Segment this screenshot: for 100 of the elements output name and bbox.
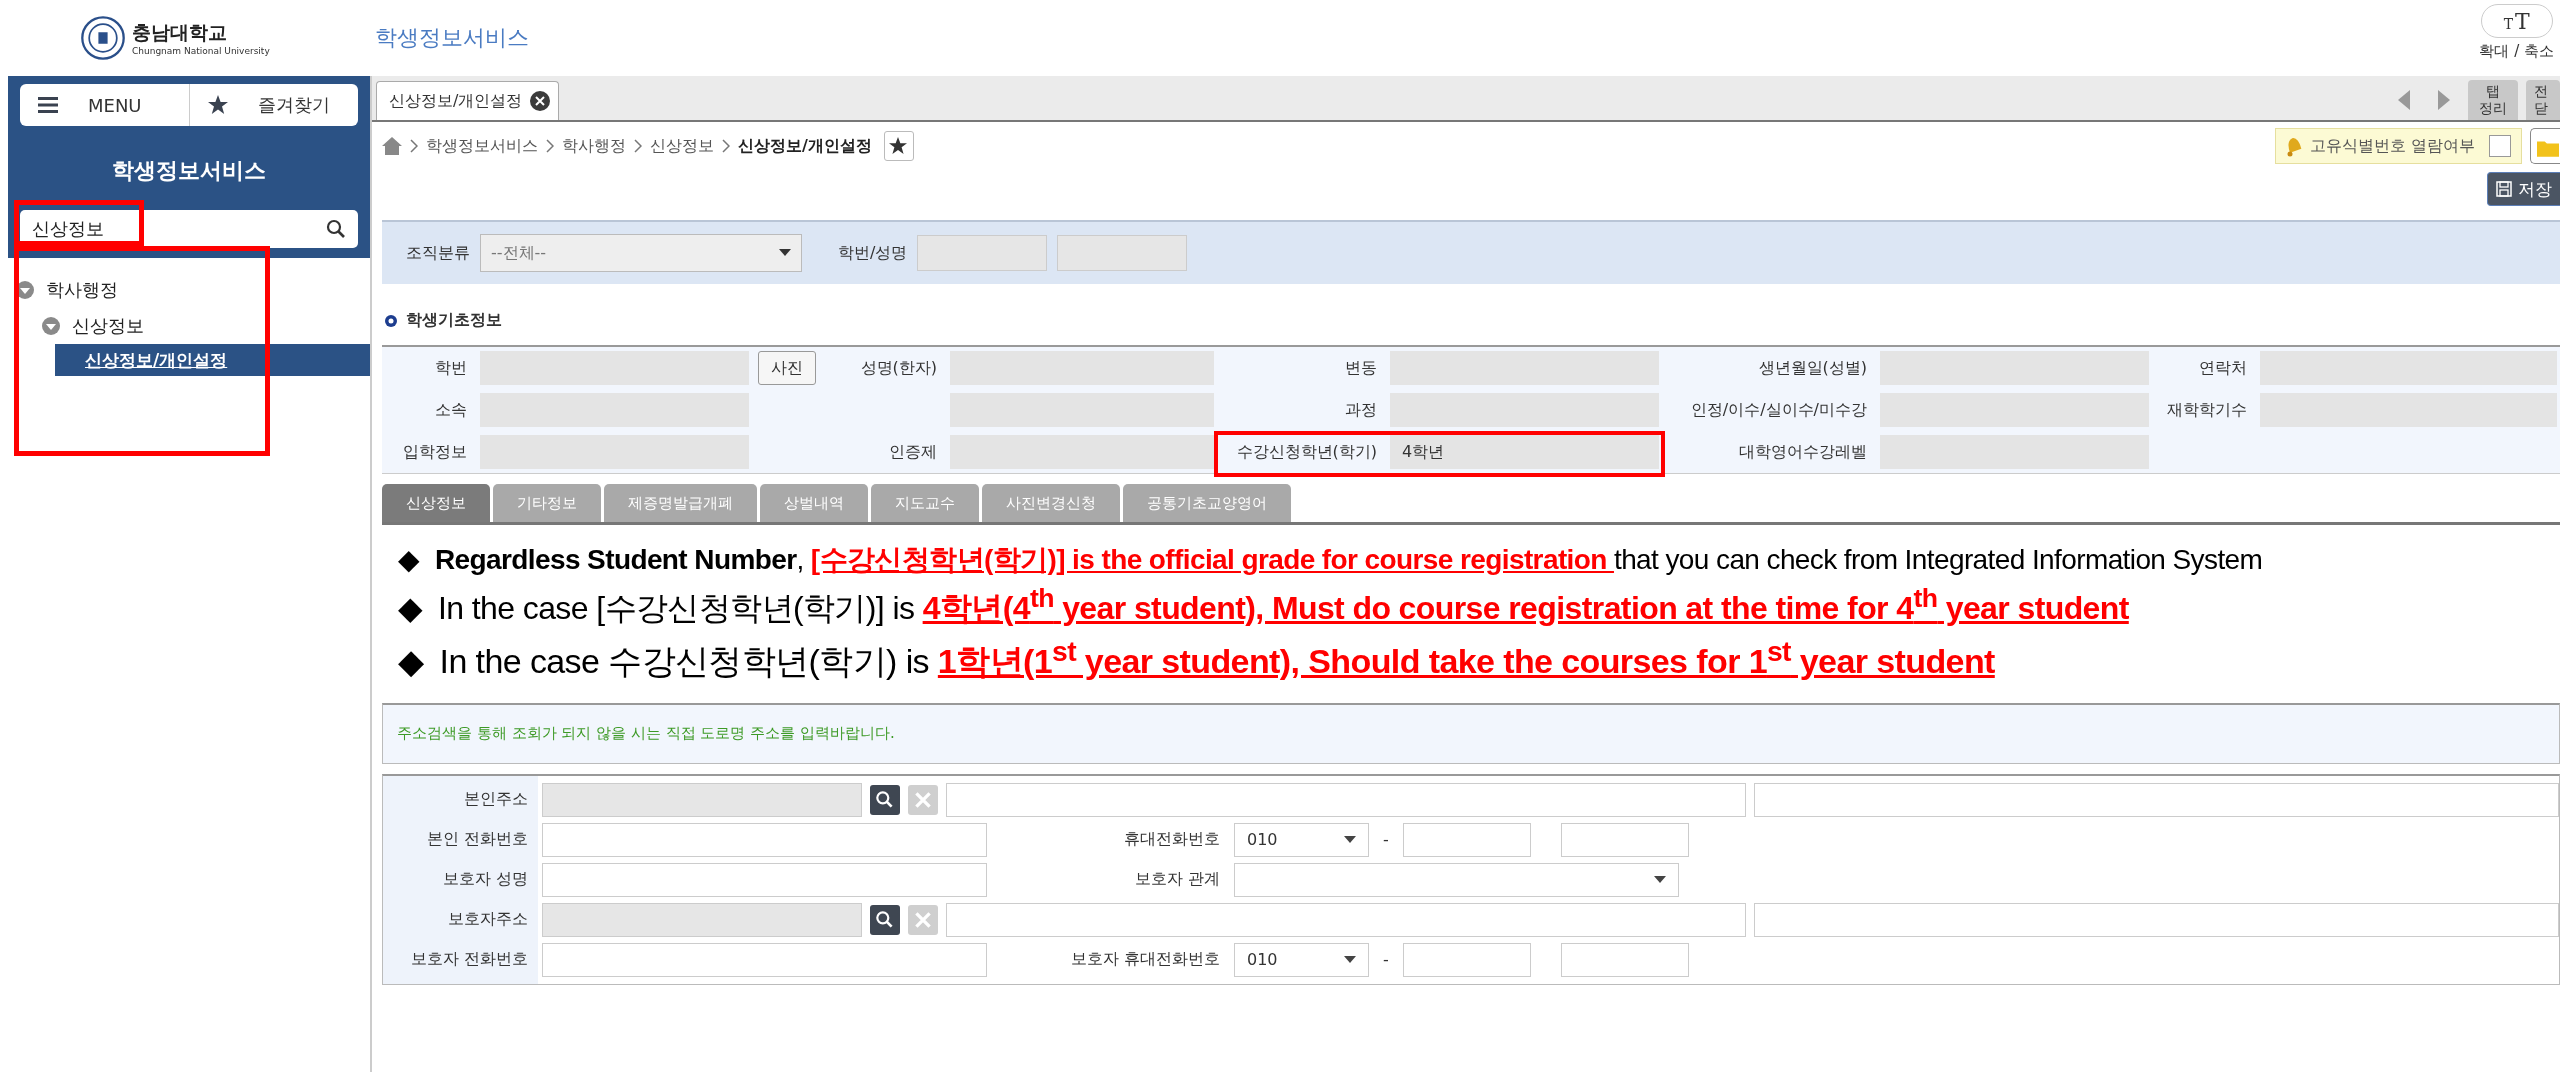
- caret-icon: [1654, 876, 1666, 884]
- phone-field[interactable]: [542, 823, 987, 857]
- chevron-icon: [722, 139, 730, 153]
- phone-field[interactable]: [1402, 943, 1531, 977]
- field-label: 보호자주소: [447, 909, 529, 931]
- close-icon: [912, 789, 934, 811]
- collapse-icon[interactable]: [42, 317, 60, 335]
- caret-icon: [779, 249, 791, 257]
- university-subtitle: Chungnam National University: [132, 46, 270, 56]
- menu-tree-item[interactable]: 학사행정: [46, 278, 118, 302]
- save-button[interactable]: 저장: [2487, 172, 2560, 206]
- university-seal-icon: [80, 15, 126, 61]
- clear-button[interactable]: [908, 785, 938, 815]
- home-icon[interactable]: [382, 137, 402, 155]
- field-label: 대학영어수강레벨: [1738, 440, 1868, 463]
- zip-field[interactable]: [542, 783, 862, 817]
- field-label: 재학학기수: [2166, 398, 2248, 421]
- search-button[interactable]: [870, 785, 900, 815]
- address-field[interactable]: [946, 903, 1746, 937]
- name-field[interactable]: [542, 863, 987, 897]
- prefix-select[interactable]: 010: [1234, 943, 1369, 977]
- phone-field[interactable]: [1560, 823, 1689, 857]
- caret-icon: [1344, 836, 1356, 844]
- field-label: 입학정보: [402, 440, 468, 463]
- search-button[interactable]: [870, 905, 900, 935]
- chevron-icon: [546, 139, 554, 153]
- breadcrumb-item[interactable]: 신상정보/개인설정: [738, 135, 872, 157]
- close-all-button[interactable]: 전 닫: [2526, 80, 2560, 120]
- organization-select[interactable]: --전체--: [480, 234, 802, 272]
- dash-text: -: [1383, 950, 1389, 970]
- field-label: 변동: [1344, 356, 1378, 379]
- section-title: 학생기초정보: [406, 310, 502, 331]
- field-label: 성명(한자): [859, 356, 938, 379]
- search-icon: [326, 219, 346, 239]
- filter-label: 조직분류: [406, 242, 470, 264]
- favorite-button[interactable]: [883, 131, 914, 161]
- relation-select[interactable]: [1234, 863, 1679, 897]
- field-label: 보호자 관계: [1133, 869, 1221, 891]
- sidebar-title: 학생정보서비스: [111, 157, 267, 185]
- chevron-icon: [634, 139, 642, 153]
- service-title: 학생정보서비스: [374, 24, 529, 52]
- address-detail-field[interactable]: [1754, 783, 2559, 817]
- phone-field[interactable]: [1560, 943, 1689, 977]
- menu-tree-item[interactable]: 신상정보: [72, 314, 144, 338]
- photo-button[interactable]: 사진: [758, 351, 816, 385]
- annotation-text: In the case 수강신청학년(학기) is 1학년(1$^{st}$ year student), Should take the courses for 1$^{st}$ year student: [439, 634, 1995, 682]
- field-label: 수강신청학년(학기): [1235, 440, 1378, 463]
- field-label: 휴대전화번호: [1123, 829, 1221, 851]
- field-label: 인증제: [888, 440, 938, 463]
- filter-label: 학번/성명: [838, 242, 908, 264]
- zip-field[interactable]: [542, 903, 862, 937]
- search-button[interactable]: [322, 210, 358, 248]
- address-field[interactable]: [946, 783, 1746, 817]
- menu-tree-item[interactable]: 신상정보/개인설정: [55, 344, 370, 376]
- field-label: 보호자 전화번호: [409, 949, 529, 971]
- field-label: 과정: [1344, 398, 1378, 421]
- menu-icon: [38, 95, 58, 115]
- menu-button[interactable]: MENU: [20, 84, 189, 126]
- next-icon[interactable]: [2438, 90, 2450, 110]
- address-detail-field[interactable]: [1754, 903, 2559, 937]
- close-icon: [912, 909, 934, 931]
- star-icon: [207, 95, 228, 115]
- student-name-field[interactable]: [1057, 235, 1188, 271]
- phone-field[interactable]: [1402, 823, 1531, 857]
- previous-icon[interactable]: [2398, 90, 2410, 110]
- folder-icon: [2537, 139, 2559, 157]
- close-icon[interactable]: [530, 91, 551, 111]
- breadcrumb-item[interactable]: 신상정보: [650, 135, 714, 157]
- annotation-text: Regardless Student Number, [수강신청학년(학기)] is the official grade for course registration that you can check from Integrated Information System: [434, 543, 2263, 577]
- page-tab[interactable]: 신상정보/개인설정: [376, 81, 560, 120]
- phone-field[interactable]: [542, 943, 987, 977]
- breadcrumb-item[interactable]: 학사행정: [562, 135, 626, 157]
- field-label: 생년월일(성별): [1757, 356, 1868, 379]
- bullet-mark: ◆: [398, 641, 424, 681]
- radio-bullet-icon: [384, 313, 398, 328]
- tidy-tabs-button[interactable]: 탭 정리: [2468, 80, 2518, 120]
- folder-button[interactable]: [2530, 128, 2560, 164]
- field-label: 보호자 휴대전화번호: [1069, 949, 1221, 971]
- university-name: 충남대학교: [132, 20, 228, 45]
- breadcrumb-item[interactable]: 학생정보서비스: [426, 135, 538, 157]
- font-size-button[interactable]: TT: [2480, 4, 2553, 38]
- bullet-mark: ◆: [398, 588, 422, 627]
- caret-icon: [1344, 956, 1356, 964]
- collapse-icon[interactable]: [16, 281, 34, 299]
- field-value: 4학년: [1390, 435, 1659, 469]
- bullet-mark: ◆: [398, 543, 419, 576]
- checkbox[interactable]: [2489, 135, 2511, 157]
- clear-button[interactable]: [908, 905, 938, 935]
- field-label: 학번: [434, 356, 468, 379]
- favorites-button[interactable]: 즐겨찾기: [188, 84, 358, 126]
- field-label: 인정/이수/실이수/미수강: [1689, 398, 1868, 421]
- save-icon: [2496, 181, 2512, 197]
- info-tab[interactable]: 신상정보: [382, 484, 490, 522]
- privacy-label: 고유식별번호 열람여부: [2309, 135, 2475, 157]
- student-id-field[interactable]: [917, 235, 1048, 271]
- prefix-select[interactable]: 010: [1234, 823, 1369, 857]
- notice-text: 주소검색을 통해 조회가 되지 않을 시는 직접 도로명 주소를 입력바랍니다.: [382, 703, 2560, 764]
- field-label: 소속: [434, 398, 468, 421]
- menu-search-field[interactable]: 신상정보: [20, 210, 322, 248]
- font-size-label: 확대 / 축소: [2479, 42, 2554, 61]
